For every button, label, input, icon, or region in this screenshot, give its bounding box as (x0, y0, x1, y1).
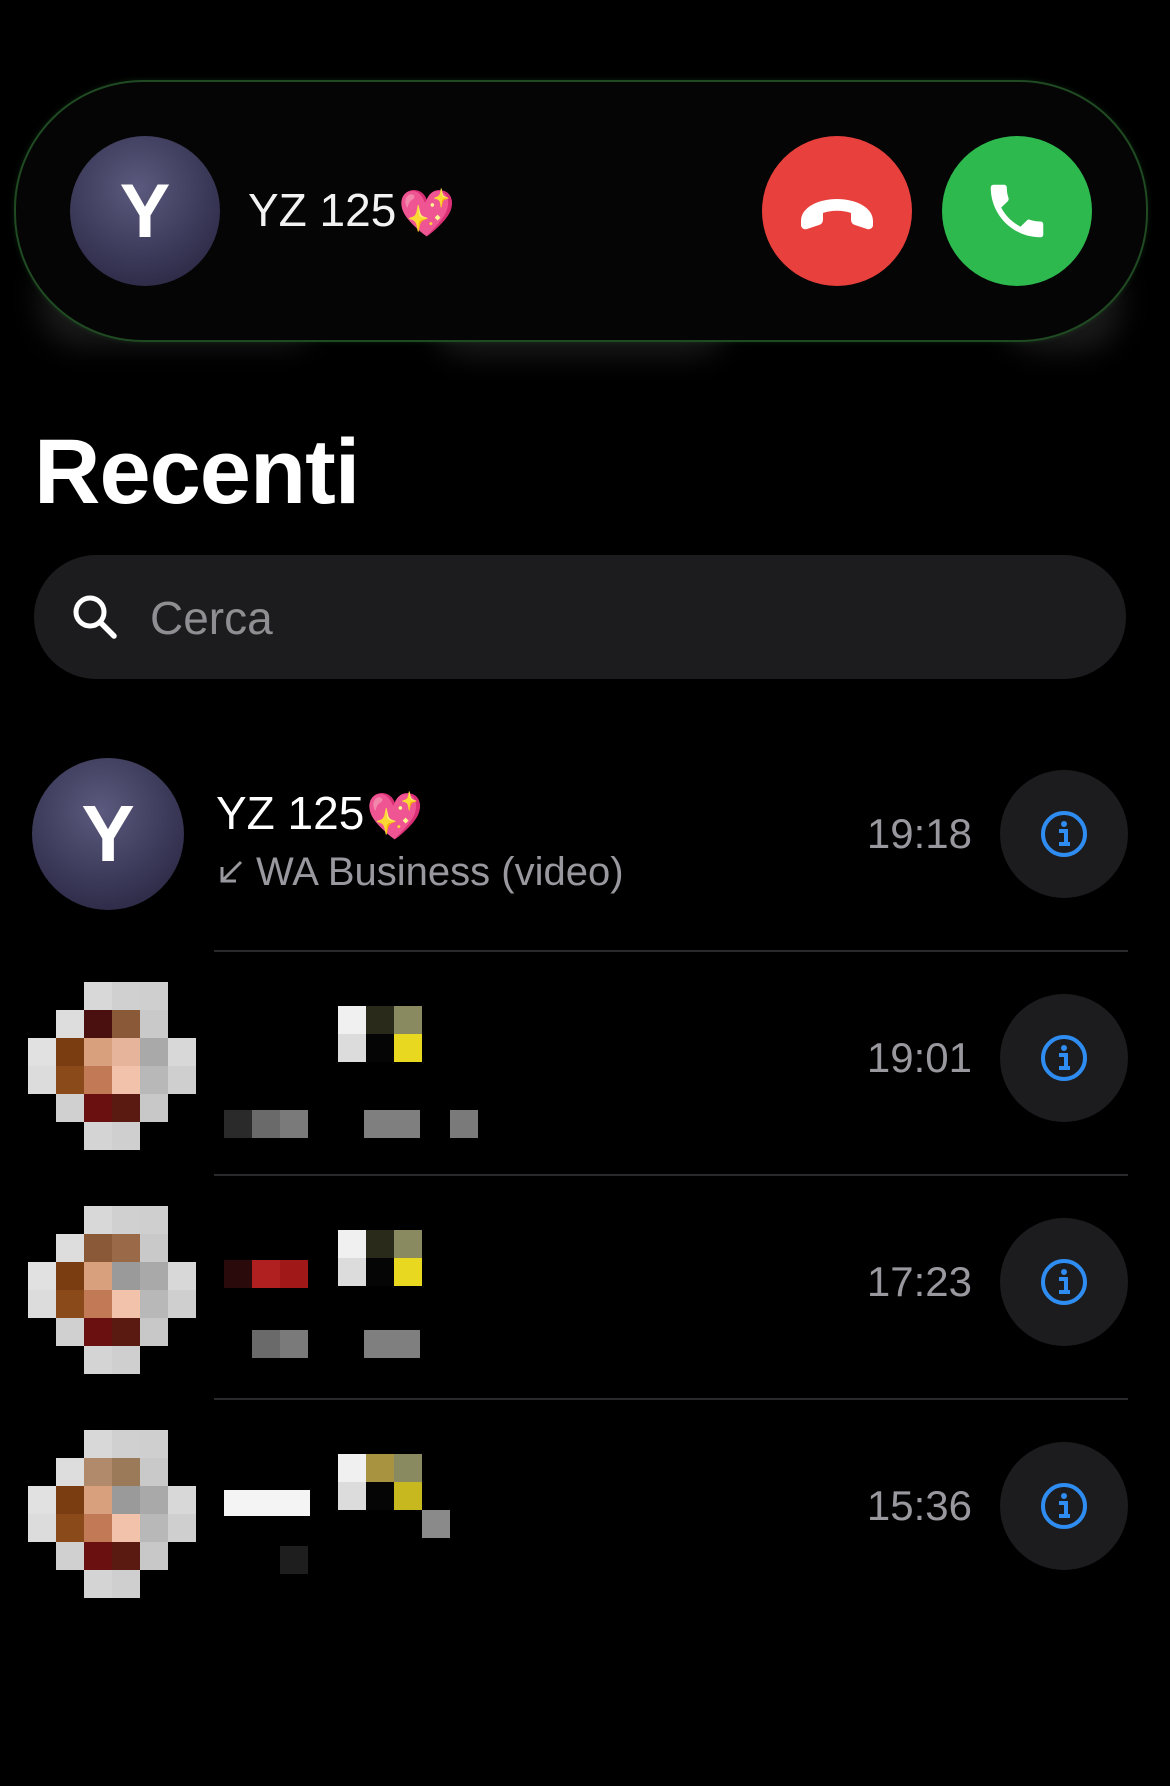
call-type-text: WA Business (video) (256, 850, 624, 894)
info-button[interactable] (1000, 1218, 1128, 1346)
search-bar[interactable] (34, 555, 1126, 681)
sparkling-heart-icon: 💖 (398, 187, 456, 240)
page-title: Recenti (34, 421, 360, 523)
call-list-item[interactable]: 19:01 (0, 952, 1170, 1176)
caller-name-container: YZ 125💖 (248, 183, 456, 241)
info-icon (1041, 811, 1087, 857)
contact-name-container: YZ 125💖 (216, 786, 424, 844)
call-list-item[interactable]: 15:36 (0, 1400, 1170, 1624)
call-time: 15:36 (866, 1482, 972, 1529)
info-icon (1041, 1259, 1087, 1305)
call-type-label: WA Business (video) (216, 850, 624, 895)
info-button[interactable] (1000, 994, 1128, 1122)
search-icon (73, 595, 117, 639)
contact-avatar: Y (32, 758, 184, 910)
phone-icon (990, 184, 1044, 238)
caller-avatar: Y (70, 136, 220, 286)
sparkling-heart-icon: 💖 (366, 790, 424, 843)
info-button[interactable] (1000, 1442, 1128, 1570)
incoming-call-banner[interactable]: Y YZ 125💖 (14, 80, 1148, 342)
caller-avatar-initial: Y (119, 168, 171, 254)
incoming-arrow-icon (220, 860, 243, 883)
info-icon (1041, 1483, 1087, 1529)
decline-call-button[interactable] (762, 136, 912, 286)
info-button[interactable] (1000, 770, 1128, 898)
call-time: 17:23 (866, 1258, 972, 1305)
contact-avatar-initial: Y (81, 789, 135, 878)
contact-name: YZ 125 (216, 787, 365, 839)
call-list-item[interactable]: 17:23 (0, 1176, 1170, 1400)
search-input[interactable] (148, 555, 1052, 681)
hang-up-icon (801, 199, 873, 230)
call-time: 19:01 (866, 1034, 972, 1081)
caller-name: YZ 125 (248, 184, 397, 236)
call-list-item[interactable]: Y YZ 125💖 WA Business (video) 19:18 (0, 728, 1170, 952)
accept-call-button[interactable] (942, 136, 1092, 286)
call-time: 19:18 (866, 810, 972, 857)
info-icon (1041, 1035, 1087, 1081)
